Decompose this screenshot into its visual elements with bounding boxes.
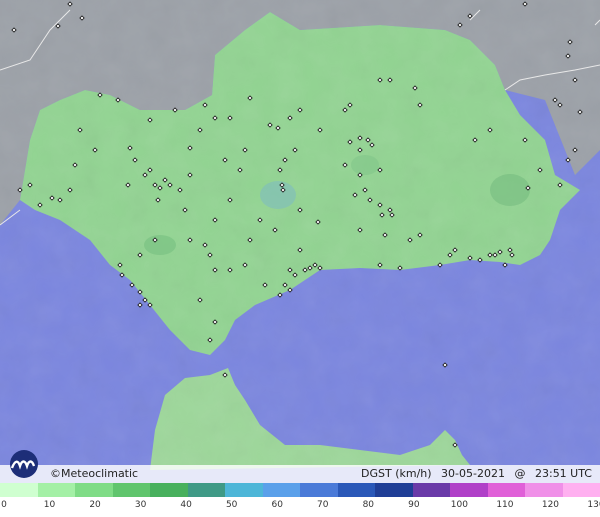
scale-tick-label: 10 [43, 500, 56, 510]
scale-swatch [300, 483, 338, 497]
scale-swatch [225, 483, 263, 497]
scale-swatch [187, 483, 225, 497]
scale-tick-label: 30 [134, 500, 147, 510]
scale-swatch [0, 483, 38, 497]
scale-tick-label: 40 [180, 500, 192, 510]
scale-tick-label: 70 [317, 500, 329, 510]
scale-swatch [150, 483, 188, 497]
variable-label: DGST (km/h) [361, 467, 432, 480]
scale-tick-label: 120 [541, 500, 560, 510]
scale-swatch [375, 483, 413, 497]
color-scale-labels: 0 10 20 30 40 50 60 70 80 90 100 110 120 130 [0, 499, 600, 515]
wind-gust-map: ©Meteoclimatic DGST (km/h) 30-05-2021 @ … [0, 0, 600, 517]
scale-tick-label: 0 [1, 500, 7, 510]
scale-tick-label: 90 [408, 500, 420, 510]
brand-name: ©Meteoclimatic [50, 467, 139, 480]
scale-swatch [412, 483, 450, 497]
color-scale-strip [0, 483, 600, 497]
scale-swatch [450, 483, 488, 497]
meteoclimatic-logo-icon [10, 450, 38, 478]
color-scale: 0 10 20 30 40 50 60 70 80 90 100 110 120 130 [0, 483, 600, 517]
scale-tick-label: 80 [362, 500, 375, 510]
caption: DGST (km/h) 30-05-2021 @ 23:51 UTC [355, 466, 592, 482]
date-label: 30-05-2021 [441, 467, 505, 480]
scale-swatch [262, 483, 300, 497]
scale-tick-label: 50 [225, 500, 238, 510]
scale-tick-label: 130 [587, 500, 600, 510]
scale-tick-label: 100 [450, 500, 468, 510]
scale-tick-label: 60 [271, 500, 283, 510]
scale-swatch [562, 483, 600, 497]
scale-swatch [75, 483, 113, 497]
scale-swatch [487, 483, 525, 497]
map-canvas [0, 0, 600, 517]
scale-tick-label: 20 [89, 500, 101, 510]
time-label: 23:51 UTC [534, 467, 592, 480]
scale-swatch [37, 483, 75, 497]
scale-swatch [337, 483, 375, 497]
scale-swatch [112, 483, 150, 497]
scale-swatch [525, 483, 563, 497]
scale-tick-label: 110 [496, 500, 514, 510]
at-label: @ [514, 467, 526, 480]
